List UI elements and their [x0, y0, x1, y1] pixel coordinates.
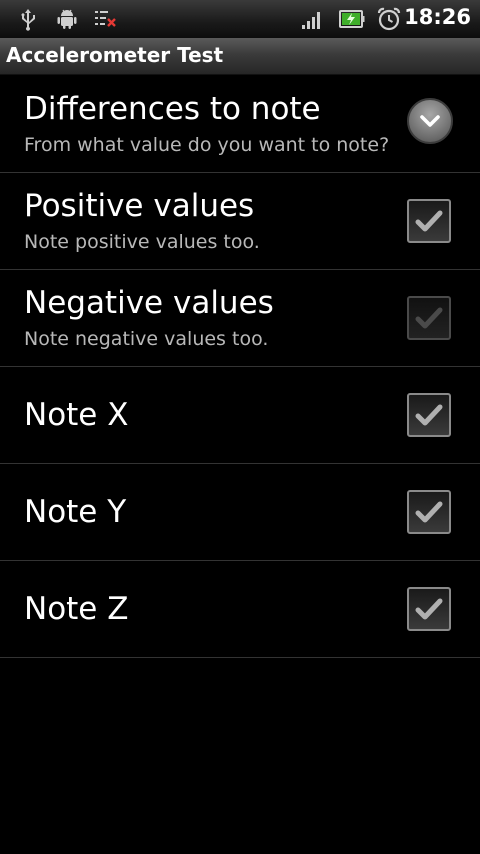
alarm-clock-icon — [376, 7, 402, 31]
android-debug-icon — [55, 7, 79, 31]
checkmark-icon — [415, 307, 443, 329]
status-bar: 18:26 — [0, 0, 480, 38]
pref-differences-to-note[interactable]: Differences to note From what value do y… — [0, 76, 480, 173]
signal-icon — [300, 7, 324, 31]
usb-icon — [16, 7, 40, 31]
pref-summary: Note positive values too. — [24, 231, 260, 253]
app-title-bar: Accelerometer Test — [0, 38, 480, 75]
pref-title: Negative values — [24, 285, 274, 321]
pref-title: Differences to note — [24, 91, 321, 127]
positive-values-checkbox[interactable] — [407, 199, 451, 243]
checkmark-icon — [415, 598, 443, 620]
pref-summary: From what value do you want to note? — [24, 134, 390, 156]
pref-positive-values[interactable]: Positive values Note positive values too… — [0, 173, 480, 270]
checkmark-icon — [415, 501, 443, 523]
note-x-checkbox[interactable] — [407, 393, 451, 437]
clock: 18:26 — [404, 5, 471, 29]
pref-summary: Note negative values too. — [24, 328, 269, 350]
pref-negative-values[interactable]: Negative values Note negative values too… — [0, 270, 480, 367]
chevron-down-icon — [420, 115, 440, 127]
note-y-checkbox[interactable] — [407, 490, 451, 534]
pref-title: Note X — [24, 397, 129, 433]
checkmark-icon — [415, 210, 443, 232]
note-z-checkbox[interactable] — [407, 587, 451, 631]
pref-title: Positive values — [24, 188, 255, 224]
checkmark-icon — [415, 404, 443, 426]
pref-title: Note Y — [24, 494, 127, 530]
accelerometer-notification-icon — [93, 7, 117, 31]
app-title: Accelerometer Test — [6, 43, 224, 67]
preference-list: Differences to note From what value do y… — [0, 76, 480, 658]
pref-note-x[interactable]: Note X — [0, 367, 480, 464]
dropdown-button[interactable] — [407, 98, 453, 144]
negative-values-checkbox[interactable] — [407, 296, 451, 340]
battery-charging-icon — [338, 7, 366, 31]
pref-title: Note Z — [24, 591, 129, 627]
pref-note-y[interactable]: Note Y — [0, 464, 480, 561]
pref-note-z[interactable]: Note Z — [0, 561, 480, 658]
